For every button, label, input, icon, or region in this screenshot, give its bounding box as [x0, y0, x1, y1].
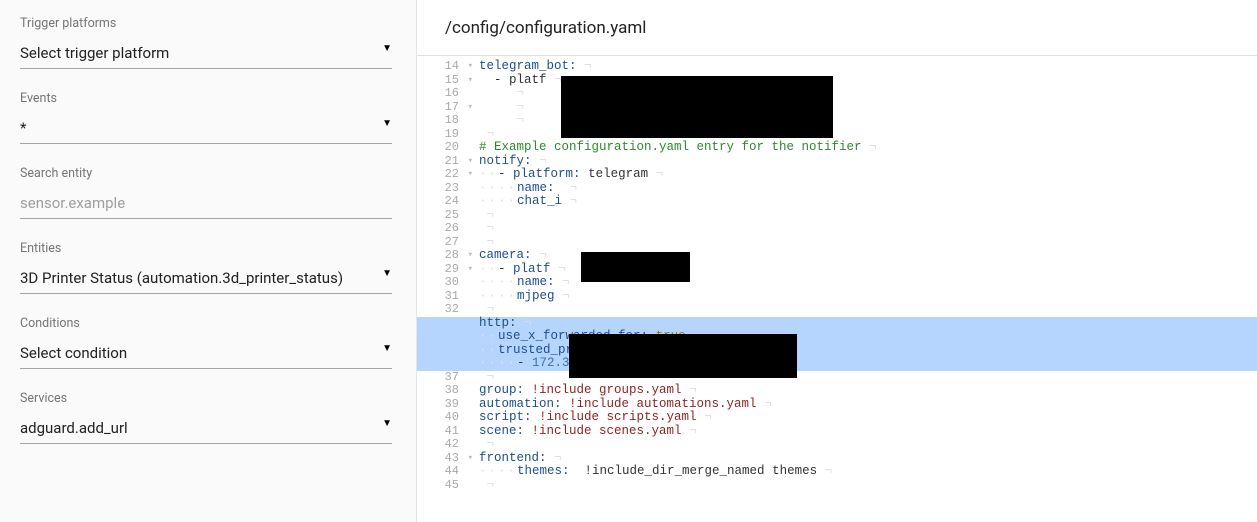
- field-label: Events: [20, 91, 392, 106]
- line-gutter: 1415161718192021222324252627282930313233…: [417, 60, 463, 492]
- editor-pane: /config/configuration.yaml 1415161718192…: [416, 0, 1257, 522]
- chevron-down-icon: ▼: [382, 268, 392, 279]
- line-number: 29: [417, 263, 463, 277]
- trigger-platform-field: Trigger platforms Select trigger platfor…: [20, 16, 392, 69]
- entities-field: Entities 3D Printer Status (automation.3…: [20, 241, 392, 294]
- select-value: adguard.add_url: [20, 419, 128, 437]
- line-number: 43: [417, 452, 463, 466]
- conditions-select[interactable]: Select condition ▼: [20, 339, 392, 369]
- input-placeholder: sensor.example: [20, 194, 125, 212]
- code-line[interactable]: script: !include scripts.yaml ¬: [479, 411, 1257, 425]
- code-line[interactable]: ¬: [479, 438, 1257, 452]
- line-number: 17: [417, 101, 463, 115]
- field-label: Search entity: [20, 166, 392, 181]
- search-entity-input[interactable]: sensor.example: [20, 189, 392, 219]
- services-select[interactable]: adguard.add_url ▼: [20, 414, 392, 444]
- code-line[interactable]: ····chat_i ¬: [479, 195, 1257, 209]
- select-value: *: [20, 119, 26, 137]
- code-line[interactable]: ··trusted_proxies: ¬: [417, 344, 1257, 358]
- line-number: 22: [417, 168, 463, 182]
- line-number: 18: [417, 114, 463, 128]
- line-number: 38: [417, 384, 463, 398]
- select-value: Select trigger platform: [20, 44, 169, 62]
- line-number: 39: [417, 398, 463, 412]
- code-line[interactable]: telegram_bot: ¬: [479, 60, 1257, 74]
- code-line[interactable]: notify: ¬: [479, 155, 1257, 169]
- events-select[interactable]: * ▼: [20, 114, 392, 144]
- line-number: 27: [417, 236, 463, 250]
- field-label: Trigger platforms: [20, 16, 392, 31]
- line-number: 31: [417, 290, 463, 304]
- redaction-block: [569, 334, 797, 378]
- code-line[interactable]: ····name: ¬: [479, 182, 1257, 196]
- chevron-down-icon: ▼: [382, 118, 392, 129]
- line-number: 24: [417, 195, 463, 209]
- line-number: 21: [417, 155, 463, 169]
- line-number: 16: [417, 87, 463, 101]
- events-field: Events * ▼: [20, 91, 392, 144]
- code-line[interactable]: group: !include groups.yaml ¬: [479, 384, 1257, 398]
- line-number: 26: [417, 222, 463, 236]
- file-path: /config/configuration.yaml: [445, 18, 646, 38]
- code-line[interactable]: ··use_x_forwarded_for: true ¬: [417, 330, 1257, 344]
- code-line[interactable]: ¬: [479, 236, 1257, 250]
- redaction-block: [581, 252, 690, 282]
- line-number: 15: [417, 74, 463, 88]
- code-line[interactable]: http: ¬: [417, 317, 1257, 331]
- chevron-down-icon: ▼: [382, 43, 392, 54]
- line-number: 41: [417, 425, 463, 439]
- line-number: 28: [417, 249, 463, 263]
- line-number: 19: [417, 128, 463, 142]
- line-number: 42: [417, 438, 463, 452]
- line-number: 25: [417, 209, 463, 223]
- code-line[interactable]: automation: !include automations.yaml ¬: [479, 398, 1257, 412]
- field-label: Conditions: [20, 316, 392, 331]
- field-label: Services: [20, 391, 392, 406]
- code-line[interactable]: ····themes: !include_dir_merge_named the…: [479, 465, 1257, 479]
- line-number: 20: [417, 141, 463, 155]
- code-line[interactable]: ¬: [479, 479, 1257, 493]
- line-number: 23: [417, 182, 463, 196]
- line-number: 32: [417, 303, 463, 317]
- line-number: 45: [417, 479, 463, 493]
- select-value: 3D Printer Status (automation.3d_printer…: [20, 269, 343, 287]
- code-line[interactable]: ··- platform: telegram ¬: [479, 168, 1257, 182]
- conditions-field: Conditions Select condition ▼: [20, 316, 392, 369]
- sidebar: Trigger platforms Select trigger platfor…: [0, 0, 416, 522]
- code-line[interactable]: scene: !include scenes.yaml ¬: [479, 425, 1257, 439]
- code-line[interactable]: ¬: [479, 222, 1257, 236]
- code-line[interactable]: ····- 172.30.33.0/24 ¬: [417, 357, 1257, 371]
- line-number: 40: [417, 411, 463, 425]
- chevron-down-icon: ▼: [382, 418, 392, 429]
- line-number: 44: [417, 465, 463, 479]
- trigger-platform-select[interactable]: Select trigger platform ▼: [20, 39, 392, 69]
- entities-select[interactable]: 3D Printer Status (automation.3d_printer…: [20, 264, 392, 294]
- redaction-block: [561, 76, 833, 138]
- chevron-down-icon: ▼: [382, 343, 392, 354]
- line-number: 14: [417, 60, 463, 74]
- code-line[interactable]: # Example configuration.yaml entry for t…: [479, 141, 1257, 155]
- code-line[interactable]: ····mjpeg ¬: [479, 290, 1257, 304]
- services-field: Services adguard.add_url ▼: [20, 391, 392, 444]
- code-line[interactable]: ¬: [479, 303, 1257, 317]
- file-path-header: /config/configuration.yaml: [417, 0, 1257, 56]
- code-line[interactable]: ¬: [479, 209, 1257, 223]
- field-label: Entities: [20, 241, 392, 256]
- search-entity-field: Search entity sensor.example: [20, 166, 392, 219]
- code-line[interactable]: frontend: ¬: [479, 452, 1257, 466]
- code-editor[interactable]: 1415161718192021222324252627282930313233…: [417, 56, 1257, 522]
- line-number: 37: [417, 371, 463, 385]
- code-content[interactable]: telegram_bot: ¬ - platf ¬ ¬ ¬ ¬ ¬# Examp…: [479, 60, 1257, 492]
- select-value: Select condition: [20, 344, 127, 362]
- line-number: 30: [417, 276, 463, 290]
